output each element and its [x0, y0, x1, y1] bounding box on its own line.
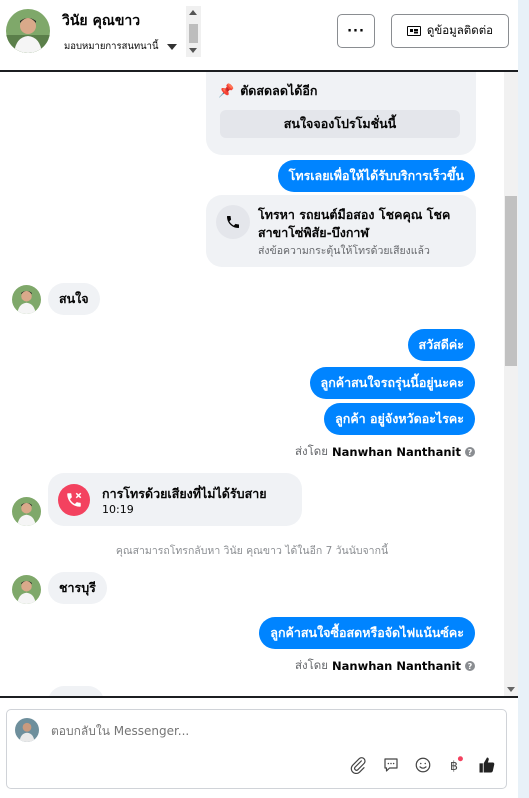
saved-replies-icon[interactable] [380, 754, 402, 776]
thread-scroll-thumb[interactable] [505, 196, 517, 366]
contact-avatar-small[interactable] [12, 285, 41, 314]
promo-cut-text: ตัดสดลดได้อีก [240, 83, 318, 98]
conversation-header: วินัย คุณขาว มอบหมายการสนทนานี้ ··· ดูข้… [0, 0, 518, 72]
contact-avatar[interactable] [6, 9, 50, 53]
callback-notice: คุณสามารถโทรกลับหา วินัย คุณขาว ได้ในอีก… [115, 545, 389, 557]
emoji-icon[interactable] [412, 754, 434, 776]
page-avatar [15, 718, 39, 742]
pin-icon: 📌 [218, 83, 235, 99]
help-icon[interactable]: ? [465, 447, 475, 457]
payment-baht-icon[interactable]: ฿ [444, 754, 466, 776]
thumbs-up-icon[interactable] [476, 754, 498, 776]
id-card-icon [406, 26, 421, 36]
sent-by-label: ส่งโดย Nanwhan Nanthanit ? [295, 443, 475, 461]
thread-scrollbar[interactable] [504, 72, 518, 696]
call-prompt-title: โทรหา รถยนต์มือสอง โชคคุณ โชค สาขาโซ่พิส… [258, 207, 451, 240]
phone-icon [216, 205, 250, 239]
missed-call-title: การโทรด้วยเสียงที่ไม่ได้รับสาย [102, 486, 267, 501]
header-scrollbar[interactable] [186, 6, 201, 57]
sender-name[interactable]: Nanwhan Nanthanit [332, 659, 461, 673]
sent-by-prefix: ส่งโดย [294, 658, 329, 672]
outgoing-message[interactable]: โทรเลยเพื่อให้ได้รับบริการเร็วขึ้น [277, 160, 475, 192]
contact-name[interactable]: วินัย คุณขาว [62, 10, 140, 32]
promo-card: 📌 ตัดสดลดได้อีก สนใจจองโปรโมชั่นนี้ [206, 72, 476, 155]
assign-conversation-dropdown[interactable]: มอบหมายการสนทนานี้ [64, 39, 177, 54]
incoming-message-partial[interactable] [48, 686, 104, 696]
scroll-thumb[interactable] [189, 24, 198, 43]
scroll-down-arrow-icon[interactable] [189, 48, 197, 53]
attach-icon[interactable] [347, 754, 369, 776]
promo-headline: 📌 ตัดสดลดได้อีก [218, 81, 317, 101]
call-prompt-card: โทรหา รถยนต์มือสอง โชคคุณ โชค สาขาโซ่พิส… [206, 195, 476, 267]
reply-composer[interactable]: ฿ [6, 709, 507, 789]
window-edge [518, 0, 529, 798]
sender-name[interactable]: Nanwhan Nanthanit [332, 445, 461, 459]
view-contact-info-label: ดูข้อมูลติดต่อ [426, 23, 494, 37]
caret-down-icon [166, 43, 177, 50]
reply-input[interactable] [51, 724, 451, 738]
missed-call-time: 10:19 [102, 503, 134, 516]
contact-avatar-small[interactable] [12, 497, 41, 526]
incoming-message[interactable]: สนใจ [48, 283, 100, 315]
view-contact-info-button[interactable]: ดูข้อมูลติดต่อ [391, 14, 509, 48]
contact-avatar-small[interactable] [12, 575, 41, 604]
outgoing-message[interactable]: ลูกค้า อยู่จังหวัดอะไรคะ [324, 403, 475, 435]
scroll-up-arrow-icon[interactable] [189, 10, 197, 15]
outgoing-message[interactable]: ลูกค้าสนใจซื้อสดหรือจัดไฟแน้นซ์คะ [259, 617, 475, 649]
missed-call-icon [58, 484, 90, 516]
svg-text:฿: ฿ [450, 758, 458, 773]
more-dots-icon: ··· [347, 23, 365, 39]
more-options-button[interactable]: ··· [337, 14, 375, 48]
outgoing-message[interactable]: สวัสดีค่ะ [407, 329, 475, 361]
missed-call-message[interactable]: การโทรด้วยเสียงที่ไม่ได้รับสาย 10:19 [48, 473, 302, 526]
help-icon[interactable]: ? [465, 661, 475, 671]
assign-label: มอบหมายการสนทนานี้ [64, 41, 159, 52]
outgoing-message[interactable]: ลูกค้าสนใจรถรุ่นนี้อยู่นะคะ [309, 367, 475, 399]
sent-by-label: ส่งโดย Nanwhan Nanthanit ? [295, 657, 475, 675]
call-prompt-subtext: ส่งข้อความกระตุ้นให้โทรด้วยเสียงแล้ว [258, 245, 430, 257]
scroll-down-arrow-icon[interactable] [507, 687, 515, 692]
incoming-message[interactable]: ชารบุรี [48, 572, 107, 604]
composer-divider [0, 696, 518, 698]
book-promo-button[interactable]: สนใจจองโปรโมชั่นนี้ [220, 110, 460, 138]
message-thread[interactable]: 📌 ตัดสดลดได้อีก สนใจจองโปรโมชั่นนี้ โทรเ… [0, 72, 518, 696]
sent-by-prefix: ส่งโดย [294, 444, 329, 458]
